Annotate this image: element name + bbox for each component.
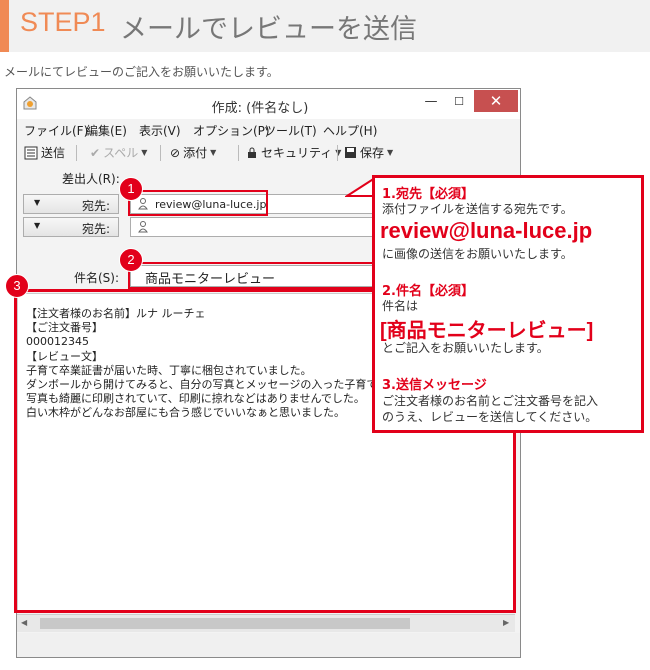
toolbar-divider bbox=[76, 145, 77, 161]
paperclip-icon: ⊘ bbox=[170, 145, 181, 160]
attach-button[interactable]: ⊘ 添付 ▼ bbox=[170, 144, 216, 161]
from-label: 差出人(R): bbox=[62, 172, 120, 186]
chevron-down-icon: ▼ bbox=[34, 221, 41, 230]
note-subject: [商品モニターレビュー] bbox=[380, 320, 594, 342]
scroll-right-icon[interactable]: ▶ bbox=[503, 618, 509, 627]
menu-tools[interactable]: ツール(T) bbox=[264, 122, 317, 139]
scrollbar-thumb[interactable] bbox=[40, 618, 410, 629]
security-label: セキュリティ bbox=[261, 146, 333, 160]
menu-edit[interactable]: 編集(E) bbox=[86, 122, 127, 139]
step-label: STEP1 bbox=[20, 7, 106, 37]
security-button[interactable]: セキュリティ ▼ bbox=[246, 144, 341, 161]
send-label: 送信 bbox=[41, 146, 66, 160]
page-subtitle: メールにてレビューのご記入をお願いいたします。 bbox=[4, 65, 279, 79]
to-selector-button[interactable]: ▼ 宛先: bbox=[23, 194, 119, 214]
note-text-1b: に画像の送信をお願いいたします。 bbox=[382, 247, 573, 261]
menu-view[interactable]: 表示(V) bbox=[139, 122, 181, 139]
send-button[interactable]: 送信 bbox=[24, 144, 65, 161]
note-heading-3: 3.送信メッセージ bbox=[382, 378, 487, 393]
subject-label: 件名(S): bbox=[74, 271, 120, 285]
save-button[interactable]: 保存 ▼ bbox=[344, 144, 393, 161]
note-heading-1: 1.宛先【必須】 bbox=[382, 187, 474, 202]
note-address: review@luna-luce.jp bbox=[380, 218, 593, 243]
status-bar bbox=[17, 633, 520, 657]
toolbar-divider bbox=[160, 145, 161, 161]
toolbar-divider bbox=[238, 145, 239, 161]
to2-label: 宛先: bbox=[81, 222, 110, 236]
mail-app-icon bbox=[23, 96, 37, 110]
note-text-3a: ご注文者様のお名前とご注文番号を記入 bbox=[382, 394, 599, 408]
menu-help[interactable]: ヘルプ(H) bbox=[323, 122, 377, 139]
minimize-button[interactable]: — bbox=[420, 94, 442, 112]
header-accent-bar bbox=[0, 0, 9, 52]
to-label: 宛先: bbox=[81, 199, 110, 213]
note-text-2b: とご記入をお願いいたします。 bbox=[382, 341, 549, 355]
send-icon bbox=[24, 146, 38, 159]
save-label: 保存 bbox=[360, 146, 385, 160]
chevron-down-icon: ▼ bbox=[387, 148, 394, 157]
close-button[interactable]: ✕ bbox=[474, 90, 518, 112]
maximize-button[interactable]: ☐ bbox=[448, 94, 470, 112]
page-title: メールでレビューを送信 bbox=[120, 14, 417, 45]
toolbar-divider bbox=[337, 145, 338, 161]
chevron-down-icon: ▼ bbox=[34, 198, 41, 207]
to2-selector-button[interactable]: ▼ 宛先: bbox=[23, 217, 119, 237]
window-title: 作成: (件名なし) bbox=[211, 101, 309, 116]
badge-2: 2 bbox=[119, 248, 143, 272]
floppy-disk-icon bbox=[345, 147, 356, 158]
chevron-down-icon: ▼ bbox=[141, 148, 148, 157]
spell-label: スペル bbox=[103, 146, 139, 160]
to-highlight-box bbox=[128, 190, 268, 216]
lock-icon bbox=[248, 147, 256, 158]
note-text-3b: のうえ、レビューを送信してください。 bbox=[382, 410, 598, 424]
spell-button[interactable]: ✔ スペル ▼ bbox=[90, 144, 147, 161]
subject-highlight-box bbox=[128, 262, 376, 289]
contact-icon bbox=[138, 221, 148, 233]
badge-3: 3 bbox=[5, 274, 29, 298]
note-text-1: 添付ファイルを送信する宛先です。 bbox=[382, 202, 573, 216]
scroll-left-icon[interactable]: ◀ bbox=[21, 618, 27, 627]
badge-1: 1 bbox=[119, 177, 143, 201]
check-icon: ✔ bbox=[90, 145, 101, 160]
chevron-down-icon: ▼ bbox=[210, 148, 217, 157]
attach-label: 添付 bbox=[183, 146, 208, 160]
menu-file[interactable]: ファイル(F) bbox=[24, 122, 88, 139]
note-heading-2: 2.件名【必須】 bbox=[382, 284, 474, 299]
note-text-2: 件名は bbox=[382, 299, 419, 313]
menu-options[interactable]: オプション(P) bbox=[193, 122, 270, 139]
